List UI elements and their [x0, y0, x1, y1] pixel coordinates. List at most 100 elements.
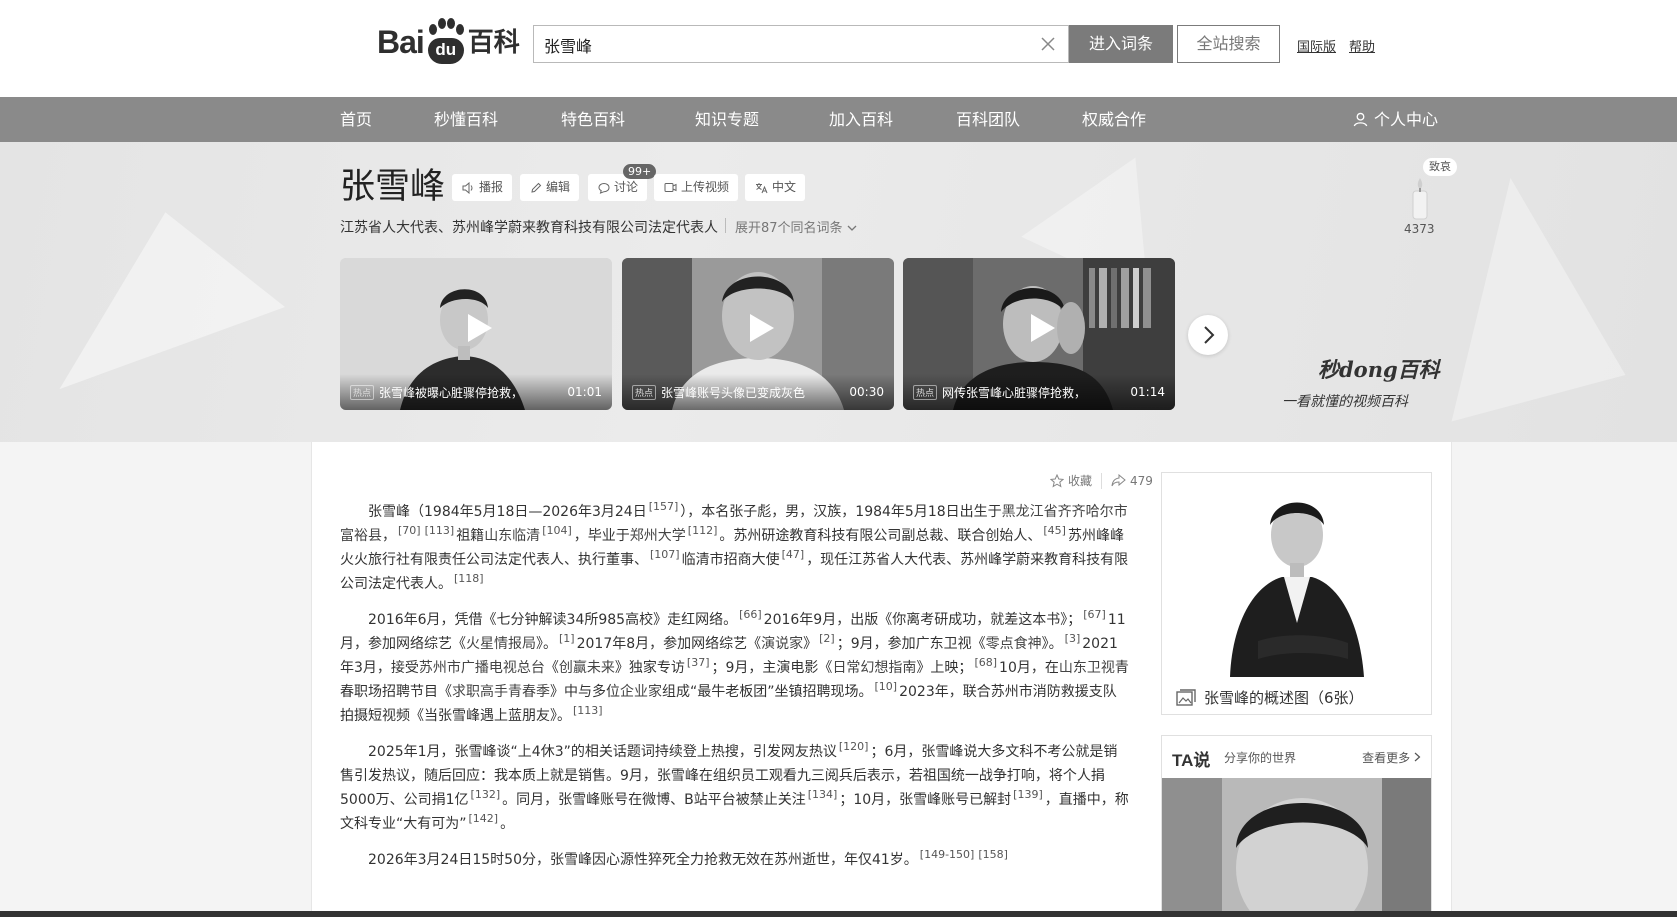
entry-link[interactable]: 创赢未来: [559, 660, 615, 676]
candle-icon[interactable]: [1405, 176, 1435, 222]
report-button[interactable]: 播报: [452, 174, 513, 201]
reference-link[interactable]: [120]: [837, 740, 871, 753]
entry-link[interactable]: 零点食神: [986, 636, 1042, 652]
video-caption: 热点 张雪峰账号头像已变成灰色 00:30: [622, 374, 894, 410]
entry-link[interactable]: 火星情报局: [466, 636, 536, 652]
summary-text: 》。: [536, 636, 557, 652]
divider: [1101, 472, 1103, 489]
reference-link[interactable]: [112]: [686, 524, 720, 537]
summary-text: 《: [544, 660, 559, 676]
entry-title: 张雪峰: [340, 167, 446, 207]
site-search-button[interactable]: 全站搜索: [1177, 25, 1280, 63]
reference-link[interactable]: [37]: [685, 656, 712, 669]
summary-text: 。同月，张雪峰账号在微博、B站平台被禁止关注: [502, 792, 806, 808]
nav-item-featured[interactable]: 特色百科: [561, 97, 625, 142]
hot-tag: 热点: [350, 384, 375, 400]
language-button[interactable]: 中文: [745, 174, 806, 201]
summary-text: ；9月，参加广东卫视《: [836, 636, 986, 652]
intl-link[interactable]: 国际版: [1297, 36, 1336, 55]
nav-item-home[interactable]: 首页: [340, 97, 372, 142]
entry-link[interactable]: 求职高手青春季: [452, 684, 550, 700]
nav-item-team[interactable]: 百科团队: [956, 97, 1020, 142]
entry-link[interactable]: 演说家: [761, 636, 803, 652]
reference-link[interactable]: [142]: [467, 812, 501, 825]
summary-text: 10月，在: [999, 660, 1059, 676]
share-button[interactable]: 479: [1111, 474, 1153, 488]
logo-bai-text: Bai: [377, 24, 425, 60]
upload-video-button[interactable]: 上传视频: [654, 174, 739, 201]
reference-link[interactable]: [107]: [648, 548, 682, 561]
enter-entry-button[interactable]: 进入词条: [1069, 25, 1173, 63]
clear-icon[interactable]: [1038, 34, 1058, 54]
album-card[interactable]: 张雪峰的概述图（6张）: [1161, 472, 1432, 715]
user-center-link[interactable]: 个人中心: [1353, 97, 1438, 142]
entry-link[interactable]: 苏州市广播电视总台: [419, 660, 545, 676]
discuss-count-badge: 99+: [623, 164, 657, 179]
reference-link[interactable]: [2]: [817, 632, 837, 645]
reference-link[interactable]: [118]: [452, 572, 486, 585]
summary-text: 2016年9月，出版《你离考研成功，就差这本书》；: [763, 612, 1082, 628]
video-card[interactable]: 热点 张雪峰被曝心脏骤停抢救， 01:01: [340, 258, 612, 410]
summary-text: 2016年6月，凭借《七分钟解读34所985高校》走红网络。: [368, 612, 738, 628]
nav-item-miaodong[interactable]: 秒懂百科: [434, 97, 498, 142]
entry-link[interactable]: 山东临清: [484, 528, 540, 544]
reference-link[interactable]: [158]: [976, 848, 1010, 861]
entry-subtitle: 江苏省人大代表、苏州峰学蔚来教育科技有限公司法定代表人: [340, 220, 718, 236]
user-icon: [1353, 112, 1368, 127]
nav-item-topics[interactable]: 知识专题: [695, 97, 759, 142]
expand-homonyms-link[interactable]: 展开87个同名词条: [735, 217, 857, 236]
summary-text: 》独家专访: [614, 660, 685, 676]
reference-link[interactable]: [68]: [972, 656, 999, 669]
summary-text: ，: [382, 528, 396, 544]
next-videos-button[interactable]: [1188, 315, 1228, 355]
summary-paragraph: 张雪峰（1984年5月18日—2026年3月24日 [157] ），本名张子彪，男，…: [340, 500, 1130, 596]
ta-thumbnail[interactable]: [1162, 778, 1432, 917]
video-duration: 00:30: [849, 385, 884, 399]
bottom-bar: [0, 911, 1677, 917]
user-center-label: 个人中心: [1374, 110, 1439, 129]
reference-link[interactable]: [132]: [469, 788, 503, 801]
reference-link[interactable]: [113]: [571, 704, 605, 717]
translate-icon: [756, 182, 768, 193]
banner-decoration: [15, 184, 285, 390]
reference-link[interactable]: [45]: [1041, 524, 1068, 537]
reference-link[interactable]: [134]: [806, 788, 840, 801]
entry-link[interactable]: 郑州大学: [630, 528, 686, 544]
reference-link[interactable]: [67]: [1081, 608, 1108, 621]
reference-link[interactable]: [66]: [737, 608, 764, 621]
album-caption-label: 张雪峰的概述图（6张）: [1204, 689, 1364, 707]
reference-link[interactable]: [3]: [1063, 632, 1083, 645]
reference-link[interactable]: [139]: [1011, 788, 1045, 801]
reference-link[interactable]: [149-150]: [918, 848, 977, 861]
video-card[interactable]: 热点 张雪峰账号头像已变成灰色 00:30: [622, 258, 894, 410]
video-card[interactable]: 热点 网传张雪峰心脏骤停抢救， 01:14: [903, 258, 1175, 410]
reference-link[interactable]: [10]: [873, 680, 900, 693]
entry-link[interactable]: 山东卫视: [1059, 660, 1115, 676]
help-link[interactable]: 帮助: [1349, 36, 1375, 55]
baike-logo[interactable]: Bai du 百科: [377, 16, 520, 66]
hot-tag: 热点: [913, 384, 938, 400]
paw-icon: du: [426, 18, 466, 66]
gallery-icon: [1176, 688, 1196, 706]
reference-link[interactable]: [70]: [396, 524, 423, 537]
comment-icon: [598, 182, 610, 194]
entry-link[interactable]: 日常幻想指南: [832, 660, 916, 676]
collect-button[interactable]: 收藏: [1050, 472, 1092, 489]
reference-link[interactable]: [47]: [780, 548, 807, 561]
search-input[interactable]: [542, 33, 1026, 57]
nav-item-join[interactable]: 加入百科: [829, 97, 893, 142]
summary-text: 》: [803, 636, 818, 652]
nav-item-authority[interactable]: 权威合作: [1082, 97, 1146, 142]
video-duration: 01:14: [1130, 385, 1165, 399]
ta-more-link[interactable]: 查看更多: [1362, 749, 1421, 766]
logo-baike-text: 百科: [467, 28, 520, 58]
star-icon: [1050, 473, 1064, 488]
edit-button[interactable]: 编辑: [520, 174, 580, 201]
entry-link[interactable]: 企业家: [620, 684, 662, 700]
video-caption: 热点 张雪峰被曝心脏骤停抢救， 01:01: [340, 374, 612, 410]
reference-link[interactable]: [104]: [540, 524, 574, 537]
reference-link[interactable]: [1]: [557, 632, 577, 645]
tribute-bubble[interactable]: 致哀: [1423, 158, 1457, 176]
reference-link[interactable]: [113]: [423, 524, 457, 537]
reference-link[interactable]: [157]: [647, 500, 681, 513]
